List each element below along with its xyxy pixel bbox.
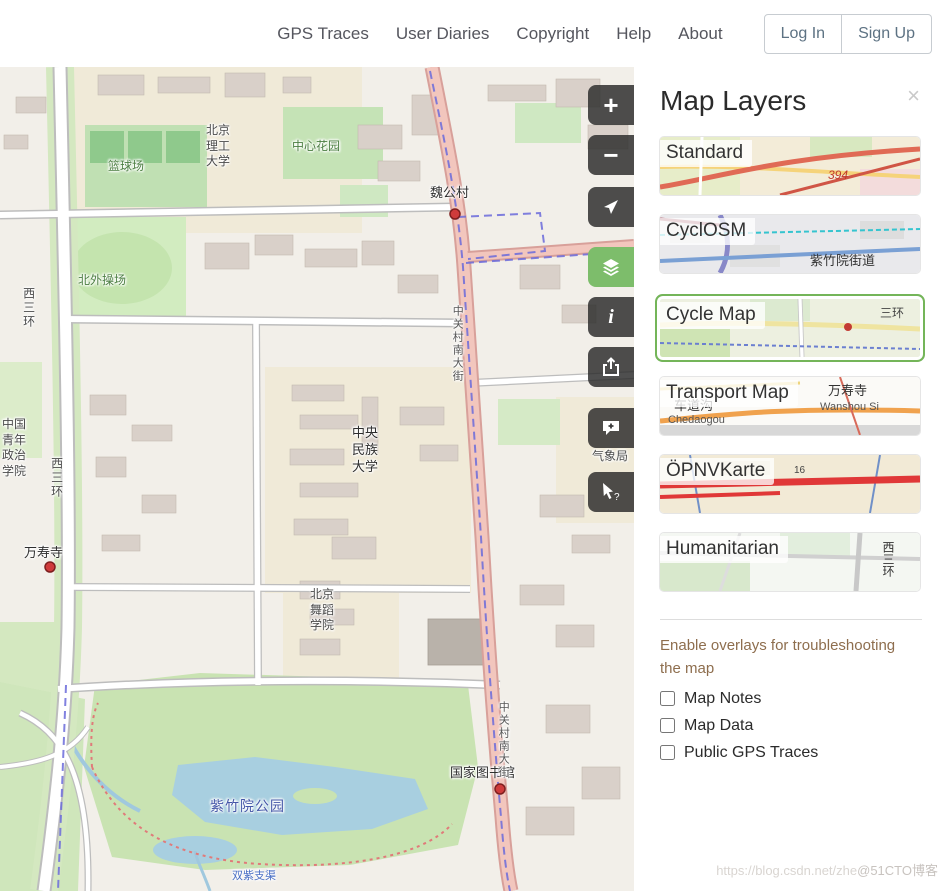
layer-label: CyclOSM [660,218,756,245]
map-label-west-3rd-ring-2: 西三环 [49,457,64,499]
layer-option-standard[interactable]: 394 Standard [660,137,920,195]
map-canvas [0,67,634,891]
layer-label: Cycle Map [660,302,765,329]
layer-option-transport-map[interactable]: 万寿寺 Wanshou Si 车道沟 Chedaogou Transport M… [660,377,920,435]
map-notes-checkbox[interactable] [660,691,675,706]
watermark: https://blog.csdn.net/zhe@51CTO博客 [716,860,938,879]
thumb-text: 西三环 [881,541,895,577]
login-button[interactable]: Log In [763,13,843,54]
overlay-public-gps-traces[interactable]: Public GPS Traces [660,744,922,762]
nav-user-diaries[interactable]: User Diaries [396,24,490,44]
query-cursor-icon: ? [603,483,620,503]
auth-button-group: Log In Sign Up [763,13,932,54]
thumb-text: 394 [828,168,848,182]
share-icon [603,357,619,376]
layer-option-opnvkarte[interactable]: 16 ÖPNVKarte [660,455,920,513]
nav-about[interactable]: About [678,24,722,44]
public-gps-traces-checkbox[interactable] [660,745,675,760]
overlay-label: Map Data [684,716,754,734]
overlay-label: Public GPS Traces [684,743,819,761]
overlay-map-notes[interactable]: Map Notes [660,690,922,708]
map-label-youth-politics-college: 中国 青年 政治 学院 [2,417,27,478]
close-icon[interactable]: × [907,85,920,107]
info-icon: i [608,305,614,328]
map-viewport[interactable]: 篮球场 北京 理工 大学 中心花园 魏公村 北外操场 西三环 中国 青年 政治 … [0,67,634,891]
layer-label: Transport Map [660,380,798,407]
map-label-bit-university: 北京 理工 大学 [206,123,231,169]
thumb-text: 三环 [880,306,904,320]
watermark-url: https://blog.csdn.net/zhe [716,863,858,878]
layer-label: ÖPNVKarte [660,458,775,485]
map-label-zizhuyuan-park: 紫竹院公园 [210,798,285,814]
nav-copyright[interactable]: Copyright [516,24,589,44]
map-label-bfsu-field: 北外操场 [78,273,127,287]
query-features-button[interactable]: ? [588,472,634,512]
thumb-text: 万寿寺 [828,383,867,398]
panel-divider [660,619,922,620]
layers-icon [603,259,619,276]
map-label-west-3rd-ring-1: 西三环 [21,287,36,329]
nav-gps-traces[interactable]: GPS Traces [277,24,369,44]
signup-button[interactable]: Sign Up [842,13,932,54]
zoom-out-button[interactable]: − [588,135,634,175]
map-label-zhongguancun-south-st-2: 中关村南大街 [497,701,510,779]
map-label-minzu-university: 中央 民族 大学 [352,425,379,474]
map-layers-panel: Map Layers × 394 Standard 紫竹院街道 CyclOSM … [634,67,946,891]
layer-label: Standard [660,140,753,167]
panel-title: Map Layers [660,85,807,116]
watermark-site: @51CTO博客 [857,863,938,878]
add-note-button[interactable] [588,408,634,448]
overlays-hint-text: Enable overlays for troubleshooting the … [660,637,896,678]
map-label-weigongcun: 魏公村 [430,185,470,200]
nav-help[interactable]: Help [616,24,651,44]
thumb-text: Wanshou Si [820,401,879,413]
map-label-shuangzi-canal: 双紫支渠 [232,870,276,882]
locate-arrow-icon [604,200,618,214]
map-label-basketball-courts: 篮球场 [108,159,145,173]
map-label-dance-academy: 北京 舞蹈 学院 [310,587,335,633]
layer-option-cycle-map[interactable]: 三环 Cycle Map [660,299,920,357]
thumb-text: 16 [794,465,806,476]
map-data-checkbox[interactable] [660,718,675,733]
layers-button[interactable] [588,247,634,287]
thumb-text: 紫竹院街道 [810,253,875,268]
overlay-label: Map Notes [684,689,762,707]
map-label-wanshou-temple: 万寿寺 [24,545,64,560]
layer-option-humanitarian[interactable]: 西三环 Humanitarian [660,533,920,591]
overlay-map-data[interactable]: Map Data [660,717,922,735]
map-label-central-garden: 中心花园 [292,139,341,153]
layer-option-cyclosm[interactable]: 紫竹院街道 CyclOSM [660,215,920,273]
map-label-zhongguancun-south-st-1: 中关村南大街 [451,305,464,383]
map-label-meteorological-bureau: 气象局 [592,449,629,463]
locate-button[interactable] [588,187,634,227]
note-bubble-icon [603,421,619,435]
layer-label: Humanitarian [660,536,788,563]
thumb-text: Chedaogou [668,414,725,426]
share-button[interactable] [588,347,634,387]
legend-button[interactable]: i [588,297,634,337]
top-nav: GPS Traces User Diaries Copyright Help A… [0,0,946,67]
zoom-in-button[interactable]: + [588,85,634,125]
svg-text:?: ? [614,492,620,503]
